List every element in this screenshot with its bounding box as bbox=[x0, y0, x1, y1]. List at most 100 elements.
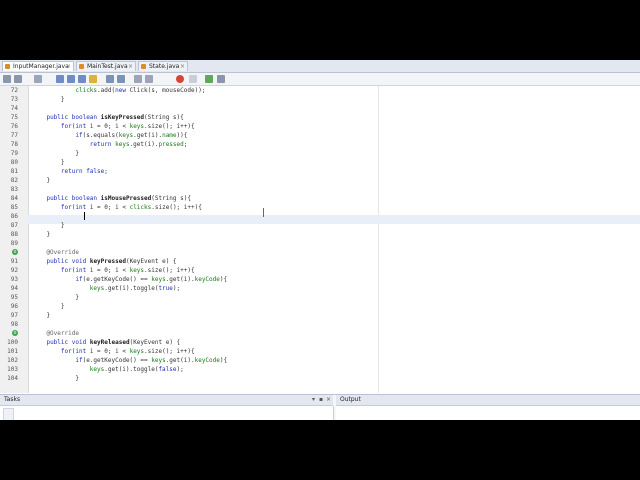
code-text: return false; bbox=[60, 168, 108, 175]
back-icon[interactable] bbox=[3, 75, 11, 83]
tab-inputmanager[interactable]: InputManager.java × bbox=[2, 61, 74, 71]
code-text: } bbox=[32, 96, 65, 103]
code-line: 72 clicks.add(new Click(s, mouseCode)); bbox=[0, 86, 640, 95]
tab-maintest[interactable]: MainTest.java × bbox=[76, 61, 136, 71]
override-marker-icon[interactable]: o bbox=[12, 249, 18, 255]
code-text: } bbox=[32, 222, 65, 229]
comment-icon[interactable] bbox=[134, 75, 142, 83]
line-number: 92 bbox=[10, 267, 18, 274]
code-editor[interactable]: 72 clicks.add(new Click(s, mouseCode)); … bbox=[0, 86, 640, 393]
line-number: 88 bbox=[10, 231, 18, 238]
line-number: 98 bbox=[10, 321, 18, 328]
minimize-icon[interactable]: ▾ bbox=[312, 397, 315, 403]
code-line: 76 for(int i = 0; i < keys.size(); i++){ bbox=[0, 122, 640, 131]
line-number: 97 bbox=[10, 312, 18, 319]
code-line: 93 if(e.getKeyCode() == keys.get(i).keyC… bbox=[0, 275, 640, 284]
line-number: 82 bbox=[10, 177, 18, 184]
line-number: 72 bbox=[10, 87, 18, 94]
shift-left-icon[interactable] bbox=[106, 75, 114, 83]
line-number: 73 bbox=[10, 96, 18, 103]
toggle-highlight-icon[interactable] bbox=[89, 75, 97, 83]
code-line: 96 } bbox=[0, 302, 640, 311]
java-file-icon bbox=[141, 64, 146, 69]
code-text: } bbox=[32, 303, 65, 310]
code-text: } bbox=[32, 159, 65, 166]
line-number: 85 bbox=[10, 204, 18, 211]
line-number: 100 bbox=[7, 339, 18, 346]
code-text: } bbox=[32, 375, 79, 382]
search-icon[interactable] bbox=[56, 75, 64, 83]
filter-icon[interactable] bbox=[3, 408, 14, 420]
code-line: 83 bbox=[0, 185, 640, 194]
code-line: 74 bbox=[0, 104, 640, 113]
tasks-panel-body[interactable] bbox=[0, 406, 334, 420]
save-icon[interactable] bbox=[217, 75, 225, 83]
line-number: 79 bbox=[10, 150, 18, 157]
code-text: } bbox=[32, 231, 51, 238]
output-panel-header[interactable]: Output bbox=[336, 395, 640, 406]
line-number: 96 bbox=[10, 303, 18, 310]
run-icon[interactable] bbox=[205, 75, 213, 83]
close-icon[interactable]: × bbox=[326, 397, 331, 403]
line-number: 95 bbox=[10, 294, 18, 301]
java-file-icon bbox=[5, 64, 10, 69]
override-marker-icon[interactable]: o bbox=[12, 330, 18, 336]
output-panel-title: Output bbox=[340, 396, 361, 403]
line-number: 87 bbox=[10, 222, 18, 229]
close-icon[interactable]: × bbox=[66, 62, 71, 72]
code-line: 73 } bbox=[0, 95, 640, 104]
code-text: public void keyPressed(KeyEvent e) { bbox=[46, 258, 177, 265]
stop-macro-icon[interactable] bbox=[189, 75, 197, 83]
code-text: @Override bbox=[32, 249, 79, 256]
code-line: 102 if(e.getKeyCode() == keys.get(i).key… bbox=[0, 356, 640, 365]
code-line: 91 public void keyPressed(KeyEvent e) { bbox=[0, 257, 640, 266]
line-number: 80 bbox=[10, 159, 18, 166]
close-icon[interactable]: × bbox=[180, 62, 185, 72]
find-previous-icon[interactable] bbox=[67, 75, 75, 83]
code-line: 88 } bbox=[0, 230, 640, 239]
code-line: 78 return keys.get(i).pressed; bbox=[0, 140, 640, 149]
line-number: 89 bbox=[10, 240, 18, 247]
code-text: for(int i = 0; i < keys.size(); i++){ bbox=[60, 123, 195, 130]
line-number: 94 bbox=[10, 285, 18, 292]
code-line: 103 keys.get(i).toggle(false); bbox=[0, 365, 640, 374]
java-file-icon bbox=[79, 64, 84, 69]
forward-icon[interactable] bbox=[14, 75, 22, 83]
code-text: @Override bbox=[32, 330, 79, 337]
video-letterbox-top bbox=[0, 0, 640, 60]
record-macro-icon[interactable] bbox=[176, 75, 184, 83]
code-line: 97 } bbox=[0, 311, 640, 320]
code-text: keys.get(i).toggle(false); bbox=[89, 366, 184, 373]
line-number: 103 bbox=[7, 366, 18, 373]
mouse-ibeam-cursor bbox=[263, 208, 264, 217]
code-line: 104 } bbox=[0, 374, 640, 383]
line-number: 84 bbox=[10, 195, 18, 202]
code-line: 89 bbox=[0, 239, 640, 248]
line-number: 86 bbox=[10, 213, 18, 220]
code-text: } bbox=[32, 294, 79, 301]
line-number: 78 bbox=[10, 141, 18, 148]
history-icon[interactable] bbox=[34, 75, 42, 83]
bottom-panels: Tasks ▾ ▪ × Output bbox=[0, 394, 640, 420]
line-number: 93 bbox=[10, 276, 18, 283]
maximize-icon[interactable]: ▪ bbox=[319, 397, 323, 403]
code-line: 86 bbox=[0, 212, 640, 221]
video-letterbox-bottom bbox=[0, 420, 640, 480]
code-line: 100 public void keyReleased(KeyEvent e) … bbox=[0, 338, 640, 347]
text-caret bbox=[84, 212, 85, 220]
code-line: 94 keys.get(i).toggle(true); bbox=[0, 284, 640, 293]
close-icon[interactable]: × bbox=[128, 62, 133, 72]
tasks-panel-header[interactable]: Tasks ▾ ▪ × bbox=[0, 395, 333, 406]
line-number: 77 bbox=[10, 132, 18, 139]
code-text: public void keyReleased(KeyEvent e) { bbox=[46, 339, 181, 346]
line-number: 91 bbox=[10, 258, 18, 265]
line-number: 102 bbox=[7, 357, 18, 364]
shift-right-icon[interactable] bbox=[117, 75, 125, 83]
uncomment-icon[interactable] bbox=[145, 75, 153, 83]
find-next-icon[interactable] bbox=[78, 75, 86, 83]
code-line: 87 } bbox=[0, 221, 640, 230]
code-text: if(e.getKeyCode() == keys.get(i).keyCode… bbox=[75, 276, 228, 283]
tab-state[interactable]: State.java × bbox=[138, 61, 188, 71]
code-line: 95 } bbox=[0, 293, 640, 302]
